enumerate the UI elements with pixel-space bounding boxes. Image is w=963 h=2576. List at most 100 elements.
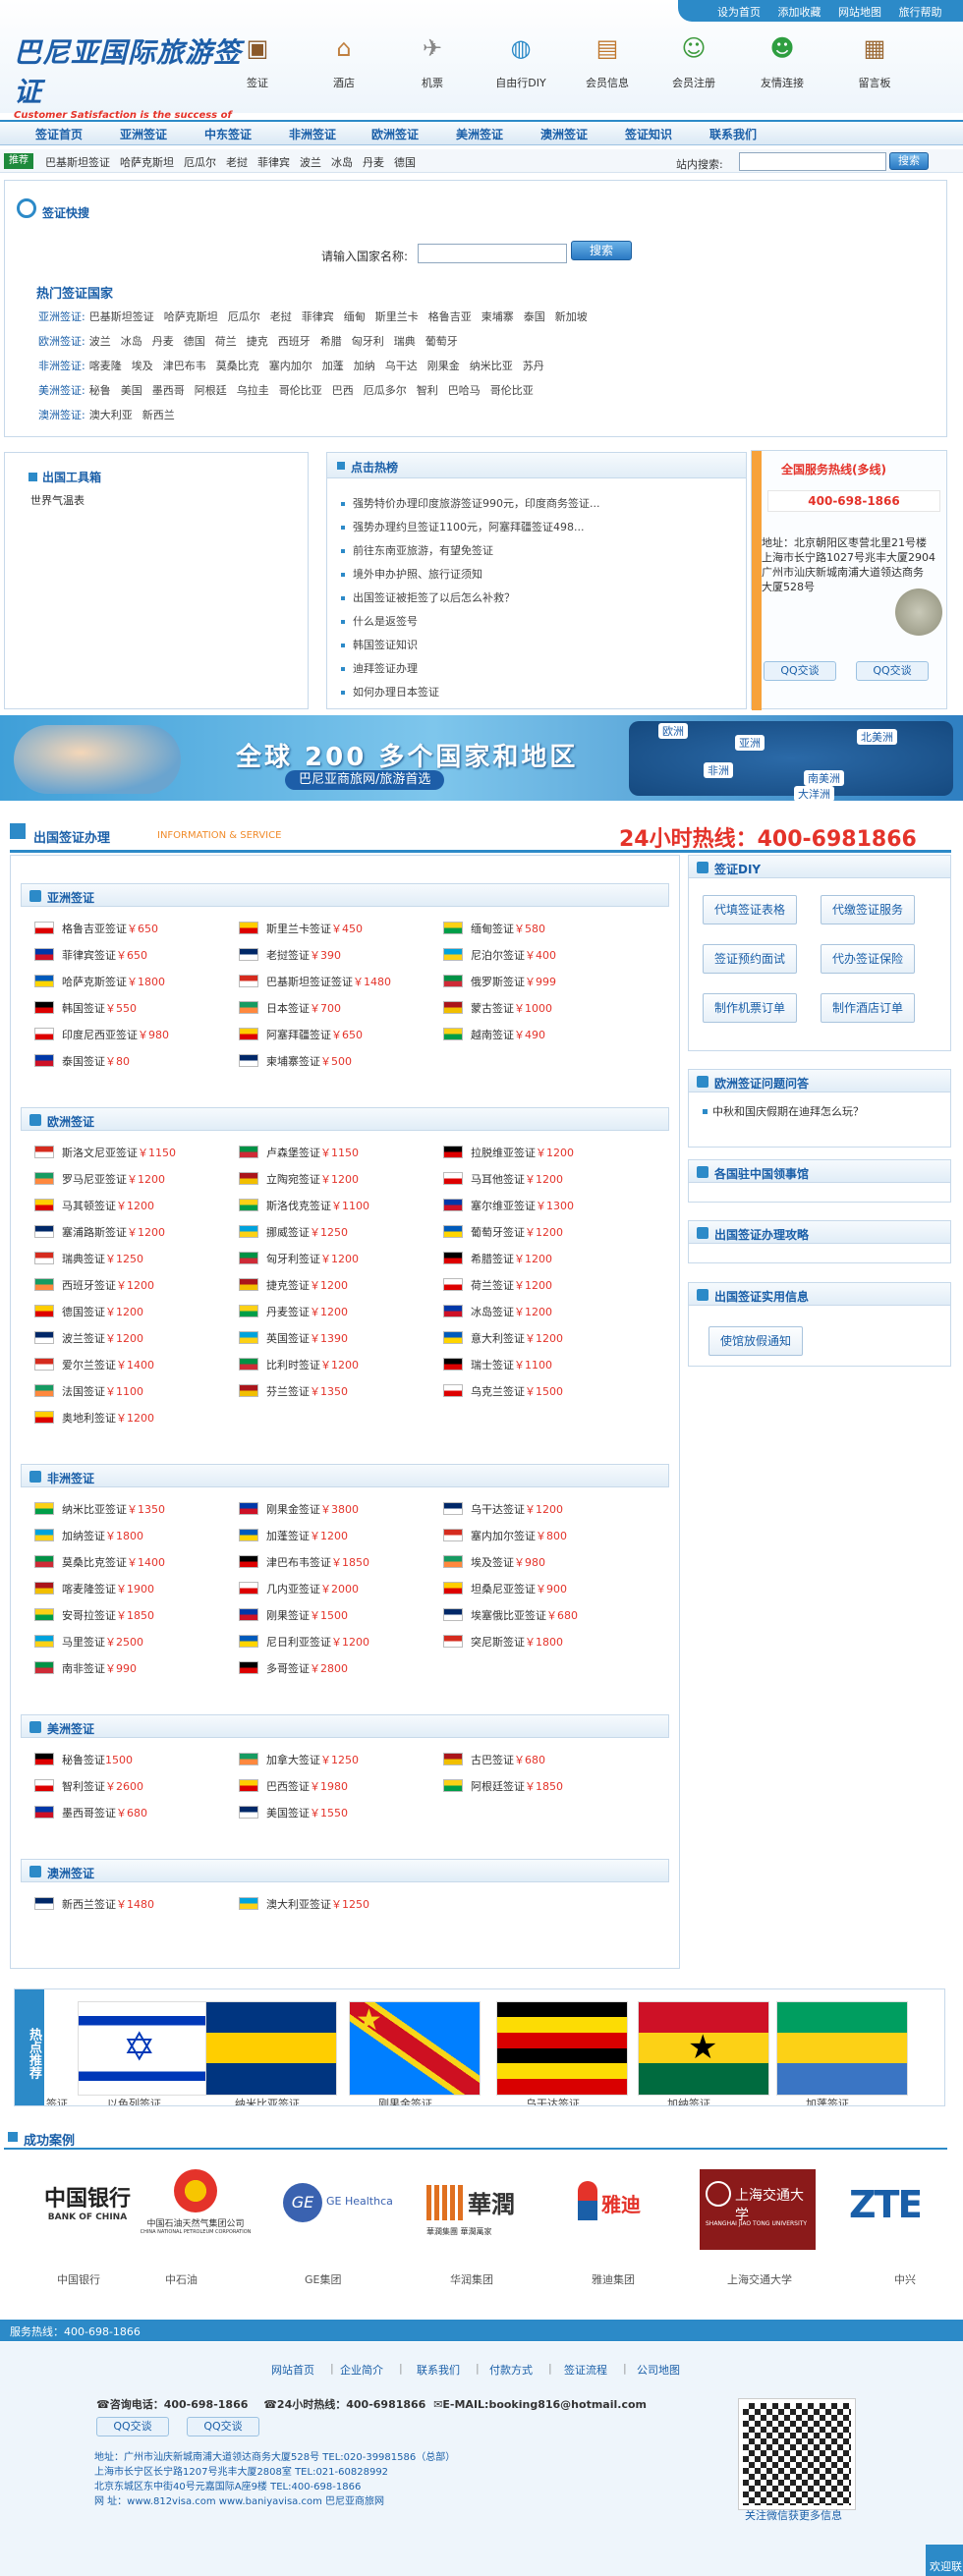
visa-country-item[interactable]: 蒙古签证￥1000 xyxy=(471,1000,552,1016)
visa-country-item[interactable]: 俄罗斯签证￥999 xyxy=(471,974,556,989)
hot-recommend-caption[interactable]: 纳米比亚签证 xyxy=(235,2096,300,2105)
country-link[interactable]: 澳大利亚 xyxy=(89,409,133,421)
visa-country-item[interactable]: 荷兰签证￥1200 xyxy=(471,1277,552,1293)
visa-country-item[interactable]: 希腊签证￥1200 xyxy=(471,1251,552,1266)
visa-country-item[interactable]: 匈牙利签证￥1200 xyxy=(266,1251,359,1266)
hot-recommend-caption[interactable]: 刚果金签证 xyxy=(378,2096,432,2105)
country-link[interactable]: 塞内加尔 xyxy=(269,360,312,372)
visa-country-item[interactable]: 秘鲁签证1500 xyxy=(62,1752,133,1767)
country-link[interactable]: 阿根廷 xyxy=(195,384,227,397)
country-link[interactable]: 巴基斯坦签证 xyxy=(89,310,154,323)
visa-country-item[interactable]: 安哥拉签证￥1850 xyxy=(62,1607,154,1623)
visa-country-item[interactable]: 刚果签证￥1500 xyxy=(266,1607,348,1623)
hot-list-item[interactable]: 如何办理日本签证 xyxy=(337,681,730,704)
footer-link[interactable]: 企业简介 xyxy=(340,2362,383,2378)
visa-country-item[interactable]: 突尼斯签证￥1800 xyxy=(471,1634,563,1650)
recommend-link[interactable]: 菲律宾 xyxy=(257,156,290,169)
country-link[interactable]: 菲律宾 xyxy=(302,310,334,323)
visa-country-item[interactable]: 巴西签证￥1980 xyxy=(266,1778,348,1794)
site-search-input[interactable] xyxy=(739,152,886,171)
country-link[interactable]: 柬埔寨 xyxy=(482,310,514,323)
case-logo[interactable]: GE GE Healthcare xyxy=(277,2169,393,2250)
hot-recommend-caption[interactable]: 签证 xyxy=(46,2096,68,2105)
visa-country-item[interactable]: 法国签证￥1100 xyxy=(62,1383,143,1399)
visa-country-item[interactable]: 瑞典签证￥1250 xyxy=(62,1251,143,1266)
qq-chat-button[interactable]: QQ交谈 xyxy=(764,661,836,681)
visa-country-item[interactable]: 越南签证￥490 xyxy=(471,1027,545,1042)
hot-list-item[interactable]: 出国签证被拒签了以后怎么补救？ xyxy=(337,587,730,610)
country-link[interactable]: 捷克 xyxy=(247,335,268,348)
qq-chat-button[interactable]: QQ交谈 xyxy=(856,661,929,681)
nav-item[interactable]: 中东签证 xyxy=(204,126,252,142)
qq-chat-button[interactable]: QQ交谈 xyxy=(187,2417,259,2436)
country-link[interactable]: 新西兰 xyxy=(142,409,175,421)
country-link[interactable]: 苏丹 xyxy=(523,360,544,372)
flag-icon[interactable]: ★ xyxy=(349,2001,481,2096)
visa-country-item[interactable]: 乌克兰签证￥1500 xyxy=(471,1383,563,1399)
visa-country-item[interactable]: 韩国签证￥550 xyxy=(62,1000,137,1016)
recommend-link[interactable]: 冰岛 xyxy=(331,156,353,169)
country-link[interactable]: 希腊 xyxy=(320,335,342,348)
recommend-link[interactable]: 哈萨克斯坦 xyxy=(120,156,174,169)
country-link[interactable]: 加蓬 xyxy=(322,360,344,372)
visa-country-item[interactable]: 英国签证￥1390 xyxy=(266,1330,348,1346)
info-title[interactable]: 出国签证实用信息 xyxy=(688,1282,951,1306)
visa-country-item[interactable]: 坦桑尼亚签证￥900 xyxy=(471,1581,567,1596)
embassy-holiday-button[interactable]: 使馆放假通知 xyxy=(708,1326,803,1356)
country-link[interactable]: 波兰 xyxy=(89,335,111,348)
country-link[interactable]: 乌干达 xyxy=(385,360,418,372)
country-link[interactable]: 厄瓜多尔 xyxy=(364,384,407,397)
hot-list-item[interactable]: 迪拜签证办理 xyxy=(337,657,730,681)
country-link[interactable]: 秘鲁 xyxy=(89,384,111,397)
recommend-link[interactable]: 厄瓜尔 xyxy=(184,156,216,169)
hot-recommend-caption[interactable]: 乌干达签证 xyxy=(526,2096,580,2105)
flag-icon[interactable] xyxy=(205,2001,337,2096)
site-search-button[interactable]: 搜索 xyxy=(889,152,929,170)
visa-country-item[interactable]: 芬兰签证￥1350 xyxy=(266,1383,348,1399)
case-logo[interactable]: ZTE xyxy=(841,2169,920,2250)
visa-country-item[interactable]: 斯洛文尼亚签证￥1150 xyxy=(62,1145,176,1160)
hot-list-item[interactable]: 境外申办护照、旅行证须知 xyxy=(337,563,730,587)
sitemap-link[interactable]: 网站地图 xyxy=(838,6,881,19)
visa-country-item[interactable]: 塞尔维亚签证￥1300 xyxy=(471,1198,574,1213)
recommend-link[interactable]: 德国 xyxy=(394,156,416,169)
top-nav-people[interactable]: ☻ 友情连接 xyxy=(751,28,814,90)
hot-list-item[interactable]: 前往东南亚旅游，有望免签证 xyxy=(337,539,730,563)
banner[interactable]: 全球 200 多个国家和地区 巴尼亚商旅网/旅游首选 欧洲 亚洲 北美洲 非洲 南美洲大… xyxy=(0,715,963,802)
visa-country-item[interactable]: 哈萨克斯签证￥1800 xyxy=(62,974,165,989)
flag-icon[interactable] xyxy=(776,2001,908,2096)
flag-icon[interactable] xyxy=(496,2001,628,2096)
country-link[interactable]: 墨西哥 xyxy=(152,384,185,397)
footer-link[interactable]: 付款方式 xyxy=(489,2362,533,2378)
visa-country-item[interactable]: 马耳他签证￥1200 xyxy=(471,1171,563,1187)
hot-list-item[interactable]: 什么是返签号 xyxy=(337,610,730,634)
country-link[interactable]: 哥伦比亚 xyxy=(490,384,534,397)
nav-item[interactable]: 亚洲签证 xyxy=(120,126,167,142)
footer-link[interactable]: 签证流程 xyxy=(564,2362,607,2378)
set-home-link[interactable]: 设为首页 xyxy=(717,6,761,19)
visa-country-item[interactable]: 塞内加尔签证￥800 xyxy=(471,1528,567,1543)
country-link[interactable]: 喀麦隆 xyxy=(89,360,122,372)
country-link[interactable]: 荷兰 xyxy=(215,335,237,348)
case-logo[interactable]: 上海交通大学 SHANGHAI JIAO TONG UNIVERSITY xyxy=(700,2169,816,2250)
country-link[interactable]: 智利 xyxy=(417,384,438,397)
visa-country-item[interactable]: 日本签证￥700 xyxy=(266,1000,341,1016)
visa-country-item[interactable]: 老挝签证￥390 xyxy=(266,947,341,963)
visa-country-item[interactable]: 尼泊尔签证￥400 xyxy=(471,947,556,963)
country-link[interactable]: 瑞典 xyxy=(394,335,416,348)
visa-country-item[interactable]: 罗马尼亚签证￥1200 xyxy=(62,1171,165,1187)
visa-country-item[interactable]: 巴基斯坦签证签证￥1480 xyxy=(266,974,391,989)
hot-list-item[interactable]: 强势办理约旦签证1100元，阿塞拜疆签证498... xyxy=(337,516,730,539)
visa-country-item[interactable]: 菲律宾签证￥650 xyxy=(62,947,147,963)
consulate-title[interactable]: 各国驻中国领事馆 xyxy=(688,1159,951,1183)
visa-country-item[interactable]: 莫桑比克签证￥1400 xyxy=(62,1554,165,1570)
visa-country-item[interactable]: 多哥签证￥2800 xyxy=(266,1660,348,1676)
hot-recommend-caption[interactable]: 加纳签证 xyxy=(667,2096,710,2105)
visa-country-item[interactable]: 刚果金签证￥3800 xyxy=(266,1501,359,1517)
country-link[interactable]: 巴哈马 xyxy=(448,384,481,397)
top-nav-user-add[interactable]: ☺ 会员注册 xyxy=(662,28,725,90)
country-input[interactable] xyxy=(418,244,567,263)
favorite-link[interactable]: 添加收藏 xyxy=(778,6,821,19)
visa-country-item[interactable]: 古巴签证￥680 xyxy=(471,1752,545,1767)
flag-icon[interactable]: ✡ xyxy=(78,2001,209,2096)
